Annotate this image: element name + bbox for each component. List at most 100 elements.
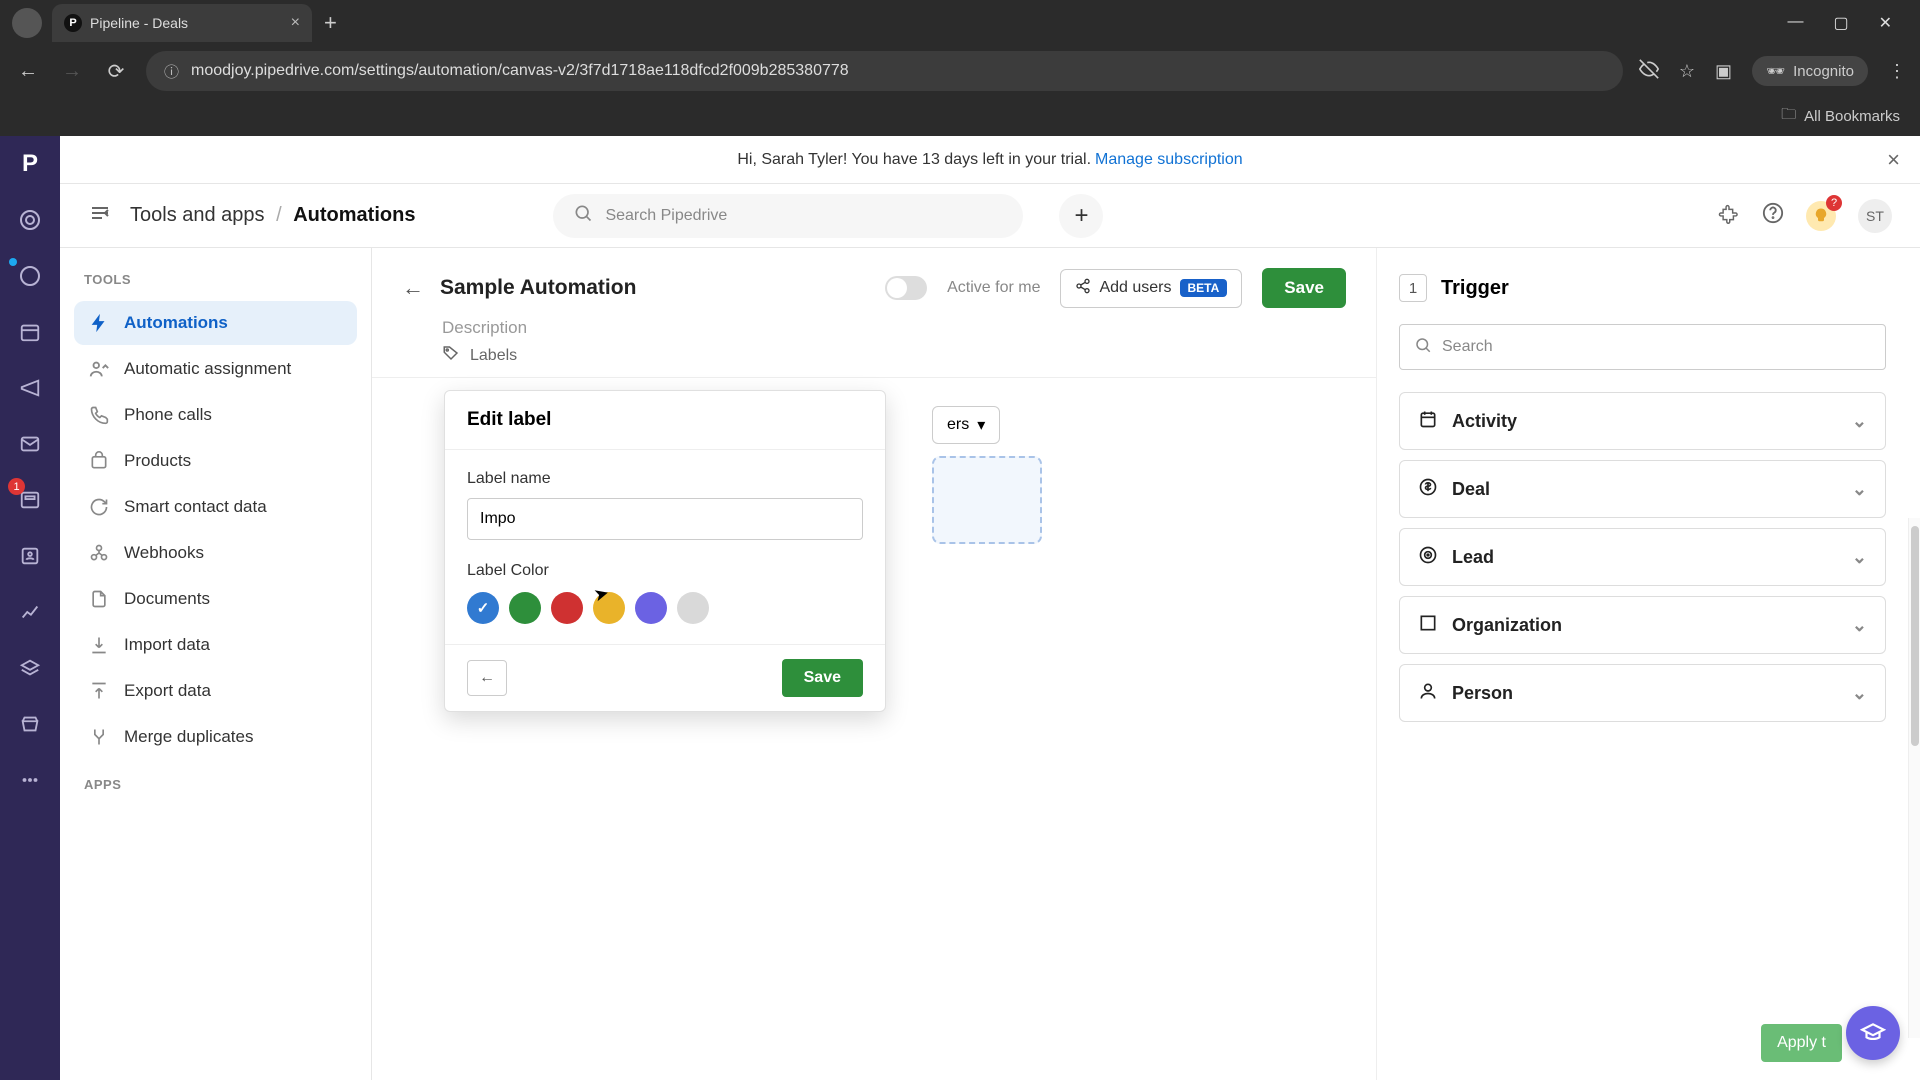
merge-icon <box>88 726 110 748</box>
scrollbar[interactable] <box>1908 518 1920 1038</box>
color-swatch[interactable] <box>551 592 583 624</box>
sidebar-item-webhooks[interactable]: Webhooks <box>74 531 357 575</box>
popover-save-button[interactable]: Save <box>782 659 863 697</box>
sidebar-item-products[interactable]: Products <box>74 439 357 483</box>
label-name-input[interactable] <box>467 498 863 540</box>
breadcrumb: Tools and apps / Automations <box>130 204 415 227</box>
canvas-drop-zone[interactable] <box>932 456 1042 544</box>
apply-button[interactable]: Apply t <box>1761 1024 1842 1062</box>
description-field[interactable]: Description <box>442 318 1346 338</box>
color-swatch[interactable] <box>467 592 499 624</box>
academy-icon[interactable] <box>1846 1006 1900 1060</box>
sidebar-item-import[interactable]: Import data <box>74 623 357 667</box>
user-avatar[interactable]: ST <box>1858 199 1892 233</box>
import-icon <box>88 634 110 656</box>
sidebar-item-automations[interactable]: Automations <box>74 301 357 345</box>
address-bar[interactable]: ⓘ moodjoy.pipedrive.com/settings/automat… <box>146 51 1623 91</box>
search-icon <box>573 203 593 228</box>
color-swatch[interactable] <box>677 592 709 624</box>
trigger-category-activity[interactable]: Activity⌄ <box>1399 392 1886 450</box>
color-swatch[interactable] <box>593 592 625 624</box>
sidebar-item-smart-contact[interactable]: Smart contact data <box>74 485 357 529</box>
sidebar-item-label: Phone calls <box>124 405 212 425</box>
color-swatch[interactable] <box>635 592 667 624</box>
quick-add-button[interactable]: + <box>1059 194 1103 238</box>
search-icon <box>1414 336 1432 359</box>
automation-title[interactable]: Sample Automation <box>440 276 636 300</box>
breadcrumb-root[interactable]: Tools and apps <box>130 204 265 226</box>
popover-title: Edit label <box>445 391 885 450</box>
rail-more-icon[interactable] <box>16 766 44 794</box>
triggers-dropdown[interactable]: ers ▾ <box>932 406 1000 444</box>
trigger-category-lead[interactable]: Lead⌄ <box>1399 528 1886 586</box>
bookmark-star-icon[interactable]: ☆ <box>1679 61 1695 82</box>
tips-icon[interactable]: ? <box>1806 201 1836 231</box>
global-search[interactable]: Search Pipedrive <box>553 194 1023 238</box>
tag-icon <box>442 344 460 367</box>
category-icon <box>1418 545 1438 570</box>
label-name-label: Label name <box>467 470 863 488</box>
save-button[interactable]: Save <box>1262 268 1346 308</box>
window-close-icon[interactable]: ✕ <box>1879 13 1892 33</box>
rail-products-icon[interactable] <box>16 654 44 682</box>
rail-calendar-icon[interactable] <box>16 318 44 346</box>
site-info-icon[interactable]: ⓘ <box>164 61 179 82</box>
trigger-step-number: 1 <box>1399 274 1427 302</box>
trigger-panel: 1 Trigger Search Activity⌄Deal⌄Lead⌄Orga… <box>1376 248 1920 1080</box>
trigger-category-deal[interactable]: Deal⌄ <box>1399 460 1886 518</box>
sidebar-item-export[interactable]: Export data <box>74 669 357 713</box>
sidebar-item-merge[interactable]: Merge duplicates <box>74 715 357 759</box>
window-maximize-icon[interactable]: ▢ <box>1833 13 1848 33</box>
eye-off-icon[interactable] <box>1639 59 1659 84</box>
all-bookmarks-link[interactable]: All Bookmarks <box>1804 108 1900 125</box>
trigger-category-person[interactable]: Person⌄ <box>1399 664 1886 722</box>
labels-field[interactable]: Labels <box>442 344 1346 367</box>
sidebar-toggle-icon[interactable] <box>88 201 112 230</box>
extensions-icon[interactable] <box>1718 202 1740 230</box>
back-arrow-icon[interactable]: ← <box>402 275 424 301</box>
products-icon <box>88 450 110 472</box>
sidebar-item-documents[interactable]: Documents <box>74 577 357 621</box>
sidebar-item-automatic-assignment[interactable]: Automatic assignment <box>74 347 357 391</box>
incognito-chip[interactable]: 🕶 Incognito <box>1752 56 1868 86</box>
manage-subscription-link[interactable]: Manage subscription <box>1095 151 1243 169</box>
popover-back-button[interactable]: ← <box>467 660 507 696</box>
browser-back-icon[interactable]: ← <box>14 60 42 83</box>
window-minimize-icon[interactable]: — <box>1787 13 1803 33</box>
tips-badge: ? <box>1826 195 1842 211</box>
category-icon <box>1418 681 1438 706</box>
active-toggle[interactable] <box>885 276 927 300</box>
rail-inbox-icon[interactable]: 1 <box>16 486 44 514</box>
browser-reload-icon[interactable]: ⟳ <box>102 59 130 84</box>
banner-text: Hi, Sarah Tyler! You have 13 days left i… <box>737 151 1091 169</box>
browser-menu-icon[interactable]: ⋮ <box>1888 61 1906 82</box>
rail-mail-icon[interactable] <box>16 430 44 458</box>
add-users-button[interactable]: Add users BETA <box>1060 269 1242 308</box>
rail-target-icon[interactable] <box>16 206 44 234</box>
sidebar-item-label: Import data <box>124 635 210 655</box>
banner-close-icon[interactable]: × <box>1887 147 1900 173</box>
sidebar-item-phone-calls[interactable]: Phone calls <box>74 393 357 437</box>
color-swatch[interactable] <box>509 592 541 624</box>
rail-leads-icon[interactable] <box>16 262 44 290</box>
chevron-down-icon: ⌄ <box>1852 683 1867 704</box>
rail-campaigns-icon[interactable] <box>16 374 44 402</box>
new-tab-button[interactable]: + <box>324 10 337 36</box>
main-area: ← Sample Automation Active for me Add us… <box>372 248 1376 1080</box>
sidebar-item-label: Products <box>124 451 191 471</box>
tab-close-icon[interactable]: × <box>291 14 300 32</box>
rail-marketplace-icon[interactable] <box>16 710 44 738</box>
beta-badge: BETA <box>1180 279 1228 297</box>
trigger-search[interactable]: Search <box>1399 324 1886 370</box>
browser-profile[interactable] <box>12 8 42 38</box>
trigger-category-organization[interactable]: Organization⌄ <box>1399 596 1886 654</box>
category-label: Deal <box>1452 479 1490 500</box>
help-icon[interactable] <box>1762 202 1784 230</box>
category-icon <box>1418 409 1438 434</box>
browser-tab[interactable]: P Pipeline - Deals × <box>52 4 312 42</box>
scrollbar-thumb[interactable] <box>1911 526 1919 746</box>
app-logo[interactable]: P <box>22 150 38 178</box>
rail-insights-icon[interactable] <box>16 598 44 626</box>
side-panel-icon[interactable]: ▣ <box>1715 61 1732 82</box>
rail-contacts-icon[interactable] <box>16 542 44 570</box>
